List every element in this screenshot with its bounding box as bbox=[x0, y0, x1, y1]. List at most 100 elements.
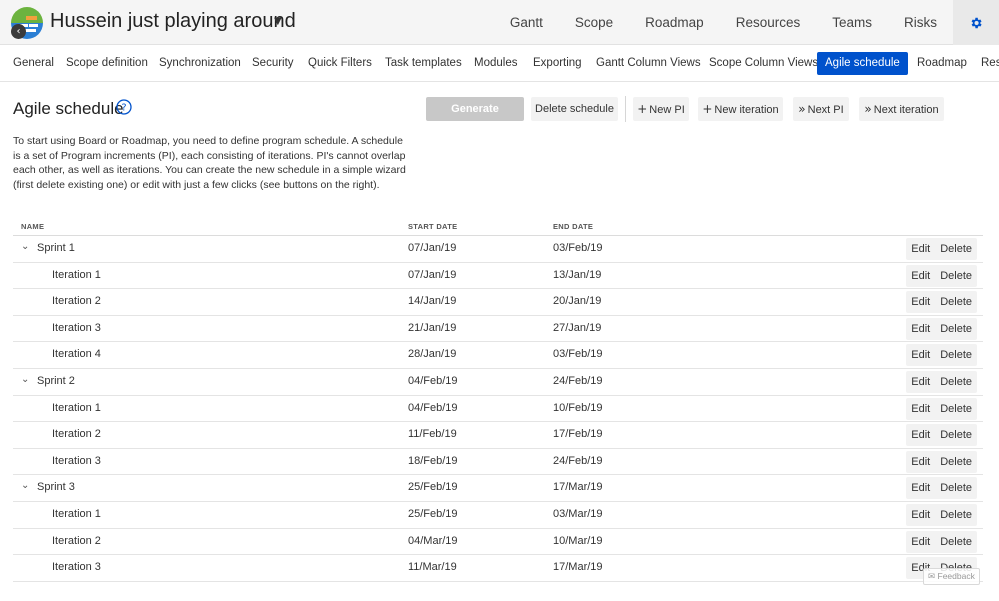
row-name: Iteration 1 bbox=[52, 507, 101, 520]
next-iteration-label: Next iteration bbox=[873, 104, 939, 116]
row-actions: EditDelete bbox=[906, 317, 977, 340]
row-name: Iteration 3 bbox=[52, 561, 101, 574]
delete-button[interactable]: Delete bbox=[935, 238, 977, 260]
nav-risks[interactable]: Risks bbox=[904, 0, 937, 45]
edit-button[interactable]: Edit bbox=[906, 504, 935, 526]
row-actions: EditDelete bbox=[906, 503, 977, 526]
tab-exporting[interactable]: Exporting bbox=[525, 52, 590, 75]
tab-modules[interactable]: Modules bbox=[466, 52, 525, 75]
row-end-date: 03/Feb/19 bbox=[553, 242, 603, 254]
settings-tabs: General Scope definition Synchronization… bbox=[0, 46, 999, 82]
new-pi-button[interactable]: + New PI bbox=[633, 97, 689, 121]
column-header-start-date[interactable]: START DATE bbox=[408, 222, 457, 231]
caret-down-icon[interactable]: ▼ bbox=[274, 16, 282, 27]
tab-synchronization[interactable]: Synchronization bbox=[151, 52, 249, 75]
nav-teams[interactable]: Teams bbox=[832, 0, 872, 45]
generate-schedule-button[interactable]: Generate schedule bbox=[426, 97, 524, 139]
tab-gantt-column-views[interactable]: Gantt Column Views bbox=[588, 52, 709, 75]
settings-button[interactable] bbox=[953, 0, 999, 45]
edit-button[interactable]: Edit bbox=[906, 238, 935, 260]
row-name: Iteration 4 bbox=[52, 348, 101, 361]
delete-button[interactable]: Delete bbox=[935, 504, 977, 526]
chevron-down-icon[interactable]: ⌄ bbox=[21, 480, 29, 491]
new-pi-label: New PI bbox=[649, 104, 685, 116]
edit-button[interactable]: Edit bbox=[906, 291, 935, 313]
row-end-date: 17/Mar/19 bbox=[553, 561, 603, 574]
table-header: NAME START DATE END DATE bbox=[13, 214, 983, 236]
feedback-icon: ✉ bbox=[928, 572, 936, 582]
tab-res[interactable]: Res bbox=[973, 52, 999, 75]
delete-button[interactable]: Delete bbox=[935, 398, 977, 420]
row-end-date: 03/Feb/19 bbox=[553, 348, 603, 361]
table-row: ⌄ Sprint 1 07/Jan/19 03/Feb/19 Edit Delete bbox=[13, 236, 983, 263]
row-start-date: 07/Jan/19 bbox=[408, 268, 457, 281]
delete-button[interactable]: Delete bbox=[935, 291, 977, 313]
delete-button[interactable]: Delete bbox=[935, 451, 977, 473]
delete-button[interactable]: Delete bbox=[935, 531, 977, 553]
next-iteration-button[interactable]: » Next iteration bbox=[859, 97, 944, 121]
tab-security[interactable]: Security bbox=[244, 52, 302, 75]
delete-button[interactable]: Delete bbox=[935, 477, 977, 499]
delete-schedule-button[interactable]: Delete schedule bbox=[531, 97, 618, 121]
row-start-date: 04/Mar/19 bbox=[408, 534, 458, 547]
delete-button[interactable]: Delete bbox=[935, 318, 977, 340]
table-row: Iteration 1 04/Feb/19 10/Feb/19 Edit Delete bbox=[13, 396, 983, 423]
tab-general[interactable]: General bbox=[5, 52, 62, 75]
row-end-date: 17/Feb/19 bbox=[553, 428, 603, 441]
help-icon[interactable]: ? bbox=[116, 99, 132, 115]
tab-scope-column-views[interactable]: Scope Column Views bbox=[701, 52, 826, 75]
tab-scope-definition[interactable]: Scope definition bbox=[58, 52, 156, 75]
app-header: ‹ Hussein just playing around ▼ Gantt Sc… bbox=[0, 0, 999, 45]
schedule-table: NAME START DATE END DATE ⌄ Sprint 1 07/Jan… bbox=[13, 214, 983, 582]
table-row: Iteration 3 21/Jan/19 27/Jan/19 Edit Delete bbox=[13, 316, 983, 343]
table-row: Iteration 2 04/Mar/19 10/Mar/19 Edit Delete bbox=[13, 529, 983, 556]
edit-button[interactable]: Edit bbox=[906, 531, 935, 553]
edit-button[interactable]: Edit bbox=[906, 265, 935, 287]
delete-button[interactable]: Delete bbox=[935, 424, 977, 446]
edit-button[interactable]: Edit bbox=[906, 477, 935, 499]
tab-task-templates[interactable]: Task templates bbox=[377, 52, 470, 75]
delete-button[interactable]: Delete bbox=[935, 265, 977, 287]
tab-quick-filters[interactable]: Quick Filters bbox=[300, 52, 380, 75]
nav-resources[interactable]: Resources bbox=[736, 0, 801, 45]
row-end-date: 10/Mar/19 bbox=[553, 534, 603, 547]
edit-button[interactable]: Edit bbox=[906, 318, 935, 340]
row-name: Sprint 1 bbox=[37, 242, 75, 254]
nav-scope[interactable]: Scope bbox=[575, 0, 613, 45]
edit-button[interactable]: Edit bbox=[906, 398, 935, 420]
row-end-date: 20/Jan/19 bbox=[553, 295, 602, 308]
row-end-date: 24/Feb/19 bbox=[553, 374, 603, 387]
edit-button[interactable]: Edit bbox=[906, 451, 935, 473]
tab-agile-schedule[interactable]: Agile schedule bbox=[817, 52, 908, 75]
feedback-button[interactable]: ✉ Feedback bbox=[923, 568, 980, 585]
row-actions: EditDelete bbox=[906, 477, 977, 500]
row-name: Iteration 1 bbox=[52, 401, 101, 414]
delete-button[interactable]: Delete bbox=[935, 371, 977, 393]
table-row: Iteration 2 11/Feb/19 17/Feb/19 Edit Delete bbox=[13, 422, 983, 449]
row-start-date: 11/Mar/19 bbox=[408, 561, 457, 574]
edit-button[interactable]: Edit bbox=[906, 371, 935, 393]
chevron-down-icon[interactable]: ⌄ bbox=[21, 374, 29, 385]
delete-button[interactable]: Delete bbox=[935, 344, 977, 366]
row-start-date: 04/Feb/19 bbox=[408, 374, 458, 387]
nav-roadmap[interactable]: Roadmap bbox=[645, 0, 704, 45]
row-start-date: 04/Feb/19 bbox=[408, 401, 458, 414]
row-actions: EditDelete bbox=[906, 370, 977, 393]
edit-button[interactable]: Edit bbox=[906, 344, 935, 366]
edit-button[interactable]: Edit bbox=[906, 424, 935, 446]
tab-roadmap[interactable]: Roadmap bbox=[909, 52, 975, 75]
project-title[interactable]: Hussein just playing around bbox=[50, 10, 296, 33]
back-arrow-icon[interactable]: ‹ bbox=[11, 24, 26, 39]
column-header-end-date[interactable]: END DATE bbox=[553, 222, 593, 231]
column-header-name[interactable]: NAME bbox=[21, 222, 44, 231]
table-row: Iteration 1 25/Feb/19 03/Mar/19 Edit Delete bbox=[13, 502, 983, 529]
chevron-down-icon[interactable]: ⌄ bbox=[21, 241, 29, 252]
top-nav: Gantt Scope Roadmap Resources Teams Risk… bbox=[478, 0, 999, 45]
row-name: Sprint 3 bbox=[37, 481, 75, 494]
table-row: ⌄ Sprint 2 04/Feb/19 24/Feb/19 Edit Delete bbox=[13, 369, 983, 396]
nav-gantt[interactable]: Gantt bbox=[510, 0, 543, 45]
row-end-date: 03/Mar/19 bbox=[553, 507, 603, 520]
row-end-date: 13/Jan/19 bbox=[553, 268, 602, 281]
next-pi-button[interactable]: » Next PI bbox=[793, 97, 849, 121]
new-iteration-button[interactable]: + New iteration bbox=[698, 97, 783, 121]
